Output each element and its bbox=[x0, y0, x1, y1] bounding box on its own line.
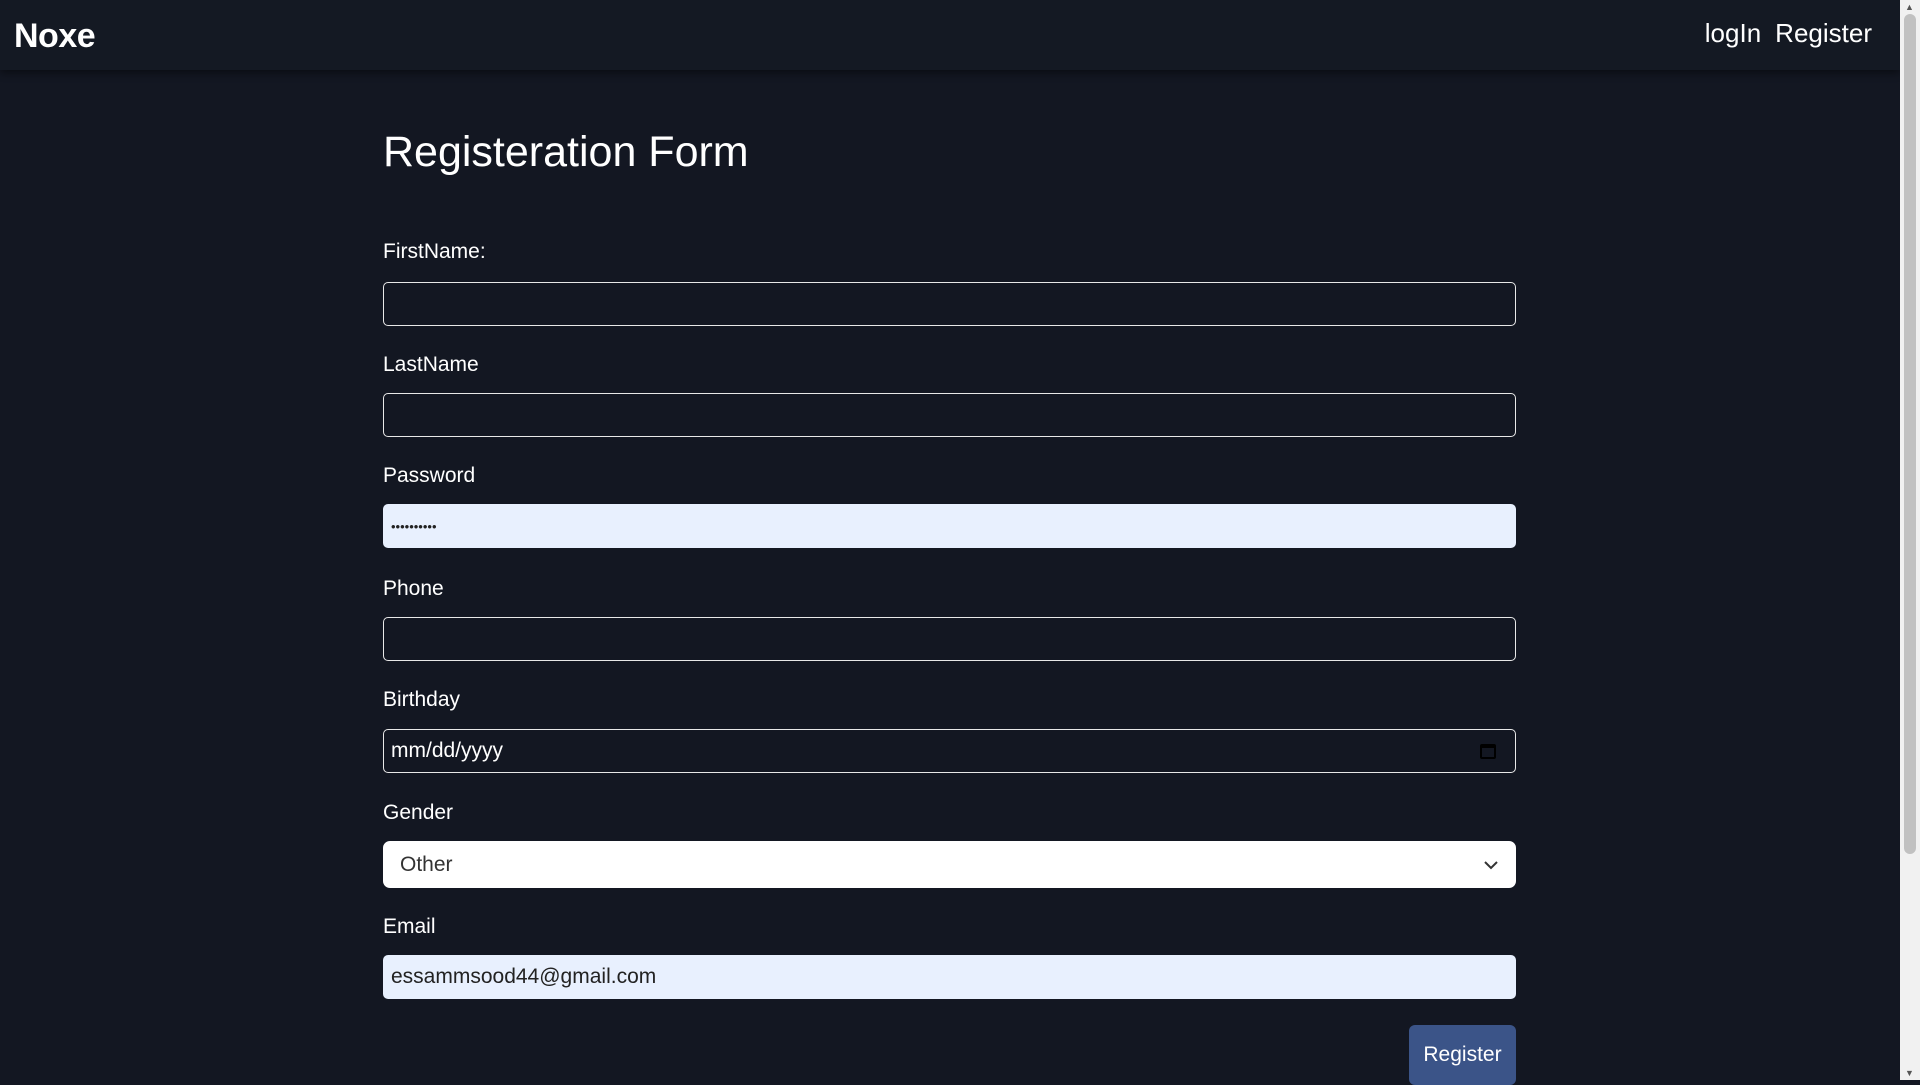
firstname-input[interactable] bbox=[383, 282, 1516, 326]
scrollbar-thumb[interactable] bbox=[1904, 14, 1916, 854]
logo[interactable]: Noxe bbox=[14, 17, 96, 56]
password-input[interactable]: •••••••••• bbox=[383, 504, 1516, 548]
gender-select[interactable]: Other bbox=[383, 841, 1516, 888]
register-button[interactable]: Register bbox=[1409, 1025, 1516, 1085]
scroll-up-icon[interactable]: ▲ bbox=[1905, 2, 1914, 12]
firstname-label: FirstName: bbox=[383, 240, 486, 263]
email-label: Email bbox=[383, 915, 436, 938]
lastname-label: LastName bbox=[383, 353, 479, 376]
email-input[interactable]: essammsood44@gmail.com bbox=[383, 955, 1516, 999]
chevron-down-icon bbox=[1484, 860, 1498, 869]
birthday-label: Birthday bbox=[383, 688, 461, 711]
nav-login-link[interactable]: logIn bbox=[1705, 18, 1761, 49]
gender-selected-value: Other bbox=[400, 852, 453, 876]
navbar: Noxe logIn Register bbox=[0, 0, 1900, 70]
phone-label: Phone bbox=[383, 577, 444, 600]
page-title: Registeration Form bbox=[383, 128, 749, 176]
calendar-icon[interactable] bbox=[1480, 743, 1496, 759]
phone-input[interactable] bbox=[383, 617, 1516, 661]
lastname-input[interactable] bbox=[383, 393, 1516, 437]
nav-register-link[interactable]: Register bbox=[1775, 18, 1872, 49]
gender-label: Gender bbox=[383, 801, 454, 824]
birthday-input[interactable]: mm/dd/yyyy bbox=[383, 729, 1516, 773]
scroll-down-icon[interactable]: ▼ bbox=[1905, 1068, 1914, 1078]
scrollbar[interactable]: ▲ ▼ bbox=[1900, 0, 1920, 1080]
password-label: Password bbox=[383, 464, 476, 487]
birthday-placeholder: mm/dd/yyyy bbox=[391, 739, 504, 762]
